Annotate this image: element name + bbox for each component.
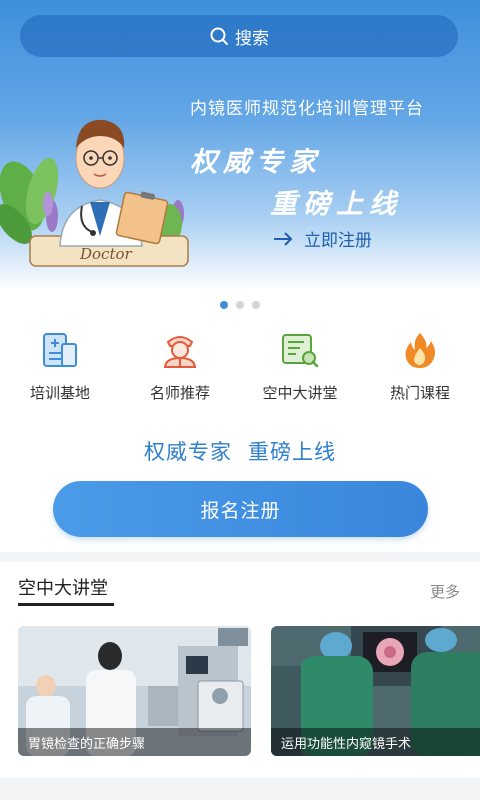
carousel-indicator — [0, 301, 480, 309]
section-title-underline — [18, 603, 114, 606]
section-title: 空中大讲堂 — [18, 578, 108, 599]
bottom-divider — [0, 778, 480, 800]
carousel-dot[interactable] — [252, 301, 260, 309]
lecture-card[interactable]: 胃镜检查的正确步骤 — [18, 626, 251, 756]
lecture-caption: 运用功能性内窥镜手术 — [271, 728, 480, 756]
menu-item-training-base[interactable]: 培训基地 — [0, 330, 120, 403]
doctor-illustration: Doctor — [0, 119, 189, 267]
banner-carousel[interactable]: 搜索 Doctor 内镜医师规范化培训管理平台 权威专家 重磅上线 立即注册 — [0, 0, 480, 290]
section-divider — [0, 552, 480, 562]
slogan-part-1: 权威专家 — [144, 440, 232, 464]
menu-item-hot-courses[interactable]: 热门课程 — [360, 330, 480, 403]
register-button[interactable]: 报名注册 — [53, 481, 428, 537]
lecture-card-list: 胃镜检查的正确步骤 运用功能性内窥镜手术 — [18, 626, 480, 756]
menu-item-teacher[interactable]: 名师推荐 — [120, 330, 240, 403]
training-base-icon — [43, 333, 77, 367]
slogan-part-2: 重磅上线 — [248, 440, 336, 464]
register-now-label: 立即注册 — [304, 231, 372, 251]
fire-icon — [405, 333, 435, 368]
search-label: 搜索 — [235, 28, 269, 49]
menu-label-hot-courses: 热门课程 — [389, 384, 450, 402]
platform-title: 内镜医师规范化培训管理平台 — [190, 99, 424, 119]
banner-headline-2: 重磅上线 — [270, 189, 402, 220]
carousel-dot[interactable] — [236, 301, 244, 309]
quick-menu: 培训基地 名师推荐 空中大讲堂 热门课程 — [0, 330, 480, 403]
arrow-right-icon — [274, 231, 293, 246]
search-icon — [210, 27, 228, 45]
menu-label-training-base: 培训基地 — [29, 384, 90, 402]
search-bar[interactable]: 搜索 — [20, 15, 458, 57]
lecture-card[interactable]: 运用功能性内窥镜手术 — [271, 626, 480, 756]
menu-label-lecture: 空中大讲堂 — [262, 384, 338, 402]
teacher-icon — [163, 336, 197, 368]
register-now-link[interactable]: 立即注册 — [272, 226, 372, 251]
menu-item-lecture[interactable]: 空中大讲堂 — [240, 330, 360, 403]
lecture-icon — [282, 334, 319, 368]
slogan: 权威专家 重磅上线 — [0, 436, 480, 466]
banner-headline-1: 权威专家 — [190, 147, 322, 178]
doctor-badge-text: Doctor — [79, 245, 133, 263]
carousel-dot-active[interactable] — [220, 301, 228, 309]
lecture-caption: 胃镜检查的正确步骤 — [18, 728, 251, 756]
menu-label-teacher: 名师推荐 — [149, 384, 210, 402]
more-link[interactable]: 更多 — [430, 581, 460, 602]
